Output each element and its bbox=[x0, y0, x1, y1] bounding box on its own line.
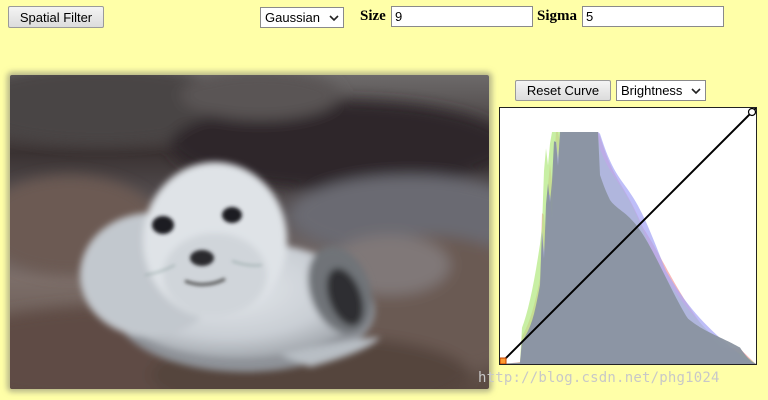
chevron-down-icon bbox=[690, 85, 702, 97]
seal-photo-image bbox=[10, 75, 489, 389]
histogram-luminance bbox=[500, 132, 756, 364]
filter-type-value: Gaussian bbox=[265, 10, 320, 25]
control-point-icon[interactable] bbox=[499, 357, 507, 365]
channel-value: Brightness bbox=[621, 83, 683, 98]
sigma-input[interactable] bbox=[582, 6, 724, 27]
spatial-filter-button[interactable]: Spatial Filter bbox=[8, 6, 104, 28]
filter-type-select[interactable]: Gaussian bbox=[260, 7, 344, 28]
control-point-icon[interactable] bbox=[747, 107, 757, 117]
curve-editor[interactable] bbox=[499, 107, 757, 365]
chevron-down-icon bbox=[328, 12, 340, 24]
filtered-photo bbox=[10, 75, 489, 389]
size-input[interactable] bbox=[391, 6, 533, 27]
watermark-text: http://blog.csdn.net/phg1024 bbox=[478, 370, 720, 386]
channel-select[interactable]: Brightness bbox=[616, 80, 706, 101]
reset-curve-button[interactable]: Reset Curve bbox=[515, 80, 611, 101]
histogram-plot bbox=[499, 107, 757, 365]
size-label: Size bbox=[360, 8, 386, 24]
sigma-label: Sigma bbox=[537, 8, 578, 24]
